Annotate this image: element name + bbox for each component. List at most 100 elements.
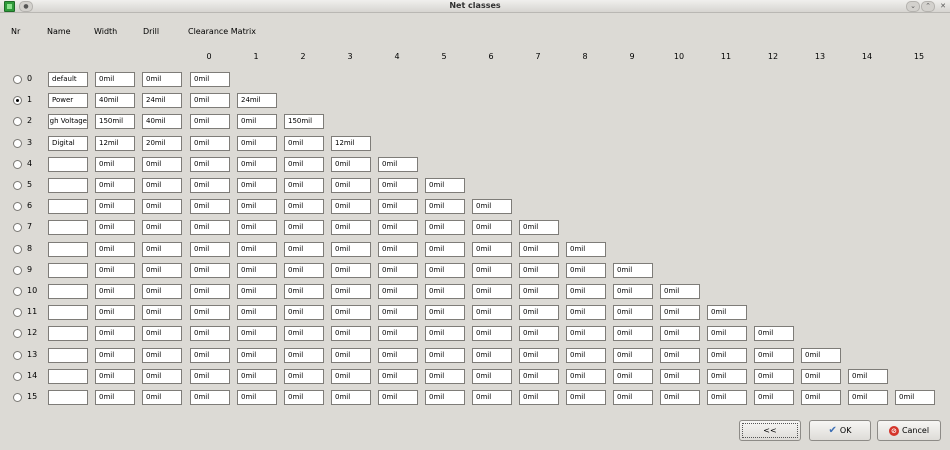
drill-field[interactable]: 0mil (142, 369, 182, 384)
clearance-field[interactable]: 0mil (519, 284, 559, 299)
net-class-name-field[interactable] (48, 326, 88, 341)
clearance-field[interactable]: 0mil (378, 390, 418, 405)
clearance-field[interactable]: 0mil (707, 390, 747, 405)
clearance-field[interactable]: 0mil (331, 369, 371, 384)
clearance-field[interactable]: 0mil (284, 284, 324, 299)
clearance-field[interactable]: 0mil (519, 369, 559, 384)
clearance-field[interactable]: 0mil (425, 305, 465, 320)
width-field[interactable]: 150mil (95, 114, 135, 129)
drill-field[interactable]: 24mil (142, 93, 182, 108)
clearance-field[interactable]: 0mil (425, 369, 465, 384)
drill-field[interactable]: 20mil (142, 136, 182, 151)
width-field[interactable]: 0mil (95, 348, 135, 363)
clearance-field[interactable]: 0mil (425, 199, 465, 214)
clearance-field[interactable]: 0mil (237, 263, 277, 278)
clearance-field[interactable]: 0mil (190, 178, 230, 193)
clearance-field[interactable]: 0mil (566, 284, 606, 299)
clearance-field[interactable]: 0mil (519, 263, 559, 278)
clearance-field[interactable]: 0mil (284, 305, 324, 320)
clearance-field[interactable]: 0mil (425, 178, 465, 193)
clearance-field[interactable]: 0mil (190, 136, 230, 151)
row-select-radio[interactable] (13, 202, 22, 211)
clearance-field[interactable]: 0mil (425, 326, 465, 341)
clearance-field[interactable]: 0mil (425, 242, 465, 257)
net-class-name-field[interactable]: High Voltage (48, 114, 88, 129)
clearance-field[interactable]: 0mil (237, 348, 277, 363)
clearance-field[interactable]: 0mil (660, 326, 700, 341)
drill-field[interactable]: 0mil (142, 178, 182, 193)
clearance-field[interactable]: 0mil (190, 326, 230, 341)
row-select-radio[interactable] (13, 393, 22, 402)
clearance-field[interactable]: 0mil (613, 326, 653, 341)
clearance-field[interactable]: 0mil (707, 305, 747, 320)
width-field[interactable]: 40mil (95, 93, 135, 108)
clearance-field[interactable]: 0mil (613, 305, 653, 320)
clearance-field[interactable]: 0mil (378, 242, 418, 257)
net-class-name-field[interactable] (48, 199, 88, 214)
clearance-field[interactable]: 0mil (472, 199, 512, 214)
drill-field[interactable]: 0mil (142, 263, 182, 278)
clearance-field[interactable]: 0mil (378, 178, 418, 193)
clearance-field[interactable]: 0mil (331, 178, 371, 193)
row-select-radio[interactable] (13, 287, 22, 296)
clearance-field[interactable]: 0mil (190, 220, 230, 235)
clearance-field[interactable]: 0mil (190, 114, 230, 129)
clearance-field[interactable]: 0mil (754, 390, 794, 405)
clearance-field[interactable]: 0mil (190, 263, 230, 278)
clearance-field[interactable]: 0mil (378, 369, 418, 384)
clearance-field[interactable]: 0mil (331, 263, 371, 278)
clearance-field[interactable]: 0mil (331, 242, 371, 257)
clearance-field[interactable]: 0mil (566, 348, 606, 363)
clearance-field[interactable]: 0mil (331, 284, 371, 299)
clearance-field[interactable]: 0mil (519, 326, 559, 341)
net-class-name-field[interactable] (48, 157, 88, 172)
clearance-field[interactable]: 0mil (425, 348, 465, 363)
row-select-radio[interactable] (13, 223, 22, 232)
clearance-field[interactable]: 0mil (237, 136, 277, 151)
clearance-field[interactable]: 0mil (190, 157, 230, 172)
clearance-field[interactable]: 0mil (237, 114, 277, 129)
clearance-field[interactable]: 0mil (190, 242, 230, 257)
clearance-field[interactable]: 0mil (707, 348, 747, 363)
clearance-field[interactable]: 0mil (754, 348, 794, 363)
clearance-field[interactable]: 0mil (331, 348, 371, 363)
drill-field[interactable]: 0mil (142, 72, 182, 87)
clearance-field[interactable]: 0mil (754, 369, 794, 384)
net-class-name-field[interactable] (48, 305, 88, 320)
row-select-radio[interactable] (13, 308, 22, 317)
clearance-field[interactable]: 0mil (378, 284, 418, 299)
clearance-field[interactable]: 0mil (237, 305, 277, 320)
clearance-field[interactable]: 0mil (237, 242, 277, 257)
clearance-field[interactable]: 0mil (848, 390, 888, 405)
width-field[interactable]: 0mil (95, 305, 135, 320)
ok-button[interactable]: ✔ OK (809, 420, 871, 441)
row-select-radio[interactable] (13, 351, 22, 360)
clearance-field[interactable]: 0mil (660, 369, 700, 384)
clearance-field[interactable]: 0mil (425, 220, 465, 235)
clearance-field[interactable]: 0mil (190, 390, 230, 405)
width-field[interactable]: 0mil (95, 72, 135, 87)
clearance-field[interactable]: 0mil (190, 93, 230, 108)
width-field[interactable]: 0mil (95, 178, 135, 193)
row-select-radio[interactable] (13, 266, 22, 275)
net-class-name-field[interactable] (48, 178, 88, 193)
clearance-field[interactable]: 0mil (237, 199, 277, 214)
clearance-field[interactable]: 0mil (378, 220, 418, 235)
clearance-field[interactable]: 0mil (284, 178, 324, 193)
drill-field[interactable]: 0mil (142, 284, 182, 299)
clearance-field[interactable]: 0mil (519, 242, 559, 257)
clearance-field[interactable]: 0mil (284, 157, 324, 172)
cancel-button[interactable]: ⊘ Cancel (877, 420, 941, 441)
clearance-field[interactable]: 0mil (895, 390, 935, 405)
clearance-field[interactable]: 0mil (331, 220, 371, 235)
clearance-field[interactable]: 0mil (660, 390, 700, 405)
clearance-field[interactable]: 0mil (519, 348, 559, 363)
clearance-field[interactable]: 0mil (613, 390, 653, 405)
clearance-field[interactable]: 0mil (378, 348, 418, 363)
width-field[interactable]: 0mil (95, 284, 135, 299)
net-class-name-field[interactable] (48, 348, 88, 363)
clearance-field[interactable]: 0mil (566, 305, 606, 320)
clearance-field[interactable]: 0mil (237, 220, 277, 235)
clearance-field[interactable]: 0mil (660, 284, 700, 299)
row-select-radio[interactable] (13, 181, 22, 190)
